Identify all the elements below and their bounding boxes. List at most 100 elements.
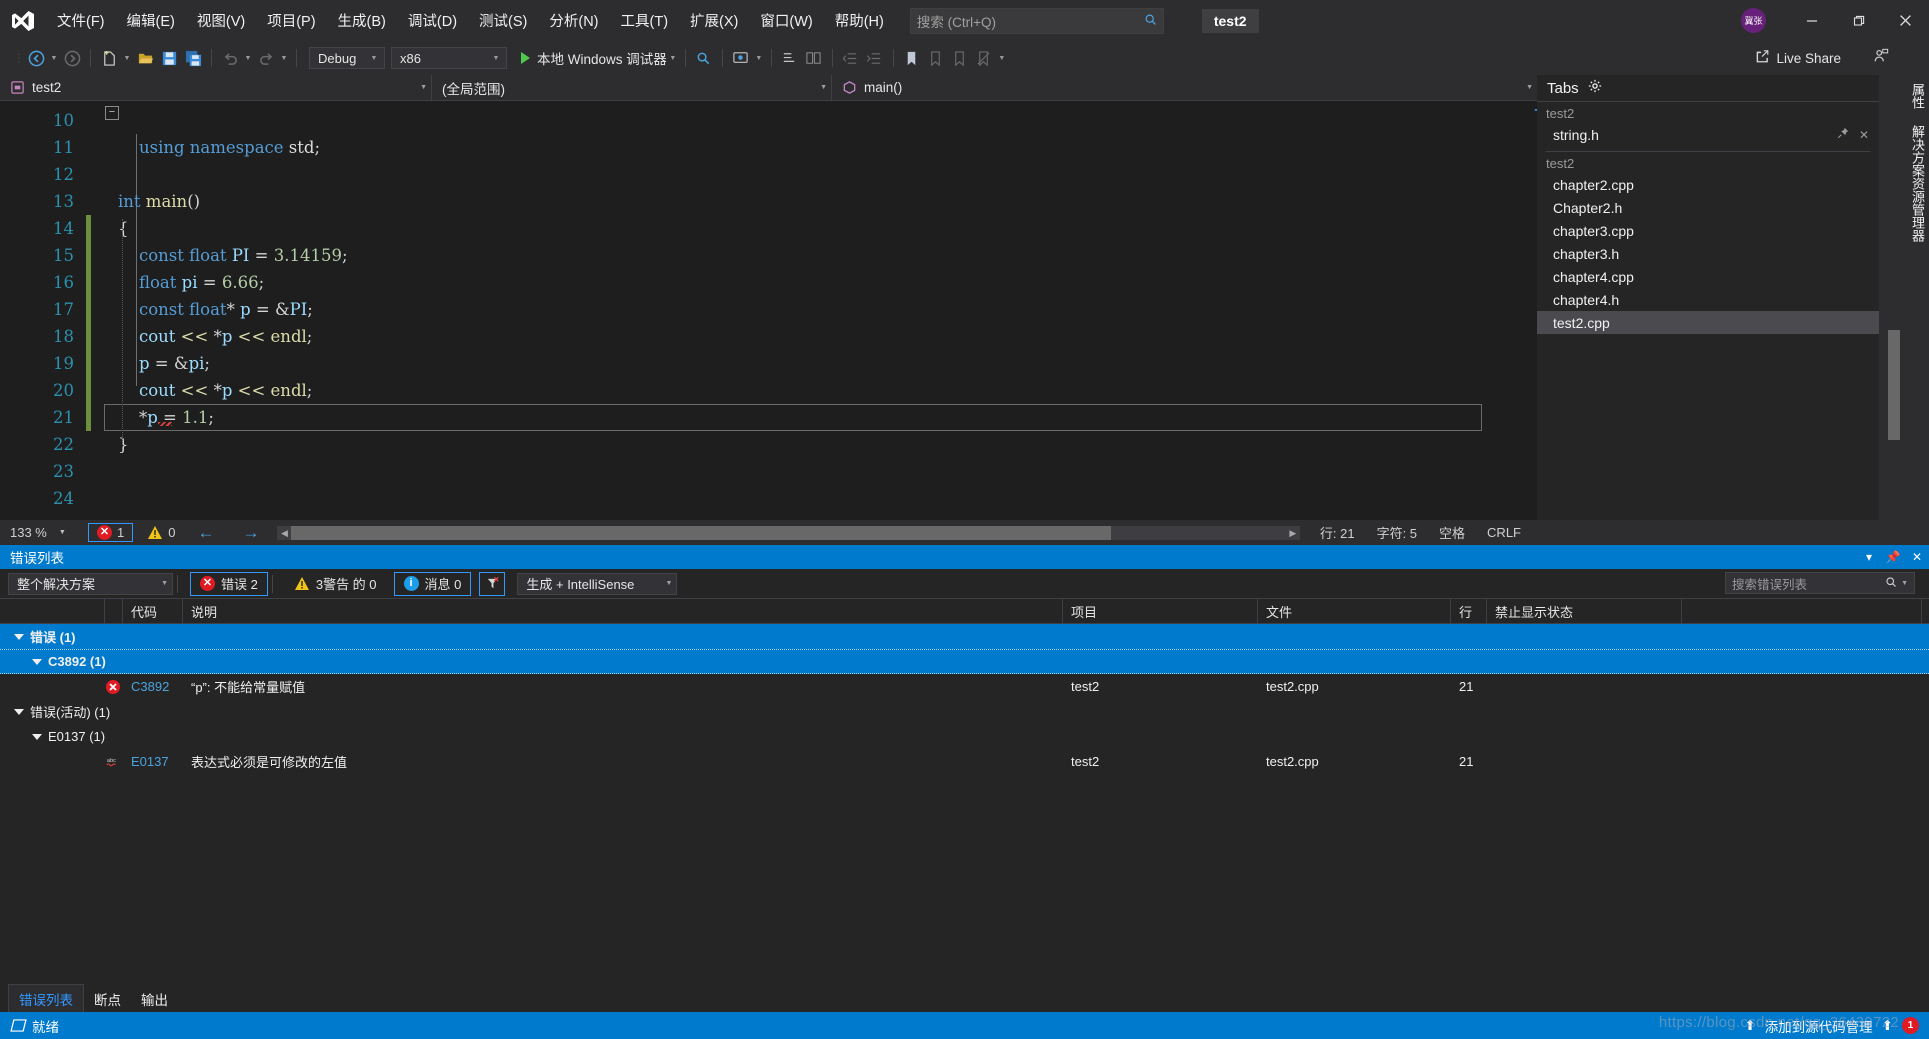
- open-folder-icon[interactable]: [133, 46, 157, 70]
- arrow-right-icon[interactable]: →: [228, 523, 273, 543]
- pin-icon[interactable]: [1837, 127, 1859, 142]
- chevron-up-icon[interactable]: ⬆: [1744, 1018, 1755, 1034]
- clear-filter-icon[interactable]: [479, 571, 506, 596]
- bookmark-icon[interactable]: [900, 46, 924, 70]
- dock-tab-properties[interactable]: 属性: [1903, 75, 1929, 117]
- error-group-row[interactable]: E0137 (1): [0, 724, 1929, 749]
- search-icon[interactable]: [1885, 576, 1897, 591]
- toolbar-overflow-icon[interactable]: ▼: [996, 55, 1008, 62]
- error-search-input[interactable]: 搜索错误列表 ▼: [1725, 572, 1915, 594]
- tabs-panel-item[interactable]: chapter2.cpp: [1537, 173, 1879, 196]
- code-line[interactable]: 17 const float* p = &PI;: [0, 296, 1500, 323]
- add-source-control-button[interactable]: 添加到源代码管理: [1765, 1016, 1873, 1036]
- eol-indicator[interactable]: CRLF: [1487, 525, 1521, 540]
- indent-increase-icon[interactable]: [863, 46, 887, 70]
- chevron-down-icon[interactable]: ▼: [1897, 580, 1908, 587]
- column-header[interactable]: 行: [1451, 598, 1487, 624]
- menu-project[interactable]: 项目(P): [256, 0, 326, 41]
- code-line[interactable]: 18 cout << *p << endl;: [0, 323, 1500, 350]
- menu-view[interactable]: 视图(V): [186, 0, 256, 41]
- chevron-up-icon-2[interactable]: ⬆: [1882, 1018, 1893, 1034]
- tabs-panel-item[interactable]: chapter3.cpp: [1537, 219, 1879, 242]
- menu-help[interactable]: 帮助(H): [824, 0, 895, 41]
- scroll-right-icon[interactable]: ▶: [1286, 526, 1300, 540]
- search-icon[interactable]: [1144, 13, 1157, 29]
- zoom-combo[interactable]: 133 % ▼: [0, 525, 78, 540]
- live-share-button[interactable]: Live Share: [1754, 49, 1841, 68]
- messages-toggle[interactable]: i 消息 0: [393, 571, 472, 596]
- code-line[interactable]: 21 *p = 1.1;: [0, 404, 1500, 431]
- menu-build[interactable]: 生成(B): [327, 0, 397, 41]
- editor-error-count[interactable]: ✕ 1: [88, 523, 134, 542]
- errors-toggle[interactable]: ✕ 错误 2: [190, 571, 268, 596]
- close-icon[interactable]: [1882, 0, 1929, 41]
- gear-icon[interactable]: [1588, 79, 1602, 97]
- redo-dropdown-icon[interactable]: ▼: [278, 55, 290, 62]
- error-group-row[interactable]: 错误 (1): [0, 624, 1929, 649]
- tab-breakpoints[interactable]: 断点: [84, 985, 131, 1013]
- hscroll-thumb[interactable]: [291, 525, 1112, 540]
- table-row[interactable]: abc E0137 表达式必须是可修改的左值 test2 test2.cpp 21: [0, 749, 1929, 774]
- code-line[interactable]: 23: [0, 458, 1500, 485]
- live-preview-icon[interactable]: [729, 46, 753, 70]
- menu-edit[interactable]: 编辑(E): [116, 0, 186, 41]
- close-icon[interactable]: ✕: [1859, 128, 1879, 142]
- arrow-left-icon[interactable]: ←: [183, 523, 228, 543]
- code-line[interactable]: 12: [0, 161, 1500, 188]
- code-line[interactable]: 24: [0, 485, 1500, 512]
- column-header[interactable]: 代码: [123, 598, 183, 624]
- column-header[interactable]: [105, 598, 123, 624]
- step-icon[interactable]: [778, 46, 802, 70]
- feedback-icon[interactable]: [1873, 48, 1889, 69]
- tabs-panel-item[interactable]: chapter4.cpp: [1537, 265, 1879, 288]
- code-line[interactable]: 15 const float PI = 3.14159;: [0, 242, 1500, 269]
- column-header[interactable]: 说明: [183, 598, 1063, 624]
- tabs-panel-item[interactable]: Chapter2.h: [1537, 196, 1879, 219]
- redo-icon[interactable]: [254, 46, 278, 70]
- active-project-chip[interactable]: test2: [1201, 8, 1259, 33]
- new-item-icon[interactable]: [97, 46, 121, 70]
- menu-extensions[interactable]: 扩展(X): [679, 0, 749, 41]
- menu-debug[interactable]: 调试(D): [397, 0, 468, 41]
- editor-horizontal-scrollbar[interactable]: ◀ ▶: [277, 525, 1300, 540]
- quick-launch-search[interactable]: 搜索 (Ctrl+Q): [909, 7, 1164, 34]
- tabs-panel-item[interactable]: test2.cpp: [1537, 311, 1879, 334]
- back-dropdown-icon[interactable]: ▼: [48, 55, 60, 62]
- menu-analyze[interactable]: 分析(N): [538, 0, 609, 41]
- code-line[interactable]: 19 p = &pi;: [0, 350, 1500, 377]
- save-all-icon[interactable]: [181, 46, 205, 70]
- toolbar-grip[interactable]: ⋮: [14, 53, 24, 64]
- code-line[interactable]: 14 {: [0, 215, 1500, 242]
- undo-dropdown-icon[interactable]: ▼: [242, 55, 254, 62]
- error-group-row[interactable]: C3892 (1): [0, 649, 1929, 674]
- close-icon[interactable]: ✕: [1905, 550, 1929, 564]
- tabs-panel-item[interactable]: chapter3.h: [1537, 242, 1879, 265]
- member-combo[interactable]: main() ▼: [832, 75, 1537, 101]
- bookmark-next-icon[interactable]: [948, 46, 972, 70]
- build-intellisense-combo[interactable]: 生成 + IntelliSense ▼: [517, 572, 678, 595]
- tab-output[interactable]: 输出: [131, 985, 178, 1013]
- chevron-down-icon[interactable]: ▼: [667, 55, 679, 62]
- solution-configuration-combo[interactable]: Debug ▼: [309, 47, 385, 69]
- expander-icon[interactable]: [32, 658, 42, 665]
- navigate-forward-icon[interactable]: [60, 46, 84, 70]
- bookmark-prev-icon[interactable]: [924, 46, 948, 70]
- expander-icon[interactable]: [14, 633, 24, 640]
- notification-badge[interactable]: 1: [1902, 1017, 1919, 1034]
- code-editor[interactable]: − 10 11 using namespace std; 12 13 int main(…: [0, 101, 1537, 520]
- column-header[interactable]: 项目: [1063, 598, 1258, 624]
- code-line[interactable]: 13 int main(): [0, 188, 1500, 215]
- window-split-icon[interactable]: [802, 46, 826, 70]
- float-window-icon[interactable]: ▾: [1857, 550, 1881, 564]
- start-debug-button[interactable]: 本地 Windows 调试器 ▼: [521, 48, 679, 68]
- column-header[interactable]: [0, 598, 105, 624]
- search-in-files-icon[interactable]: [692, 46, 716, 70]
- live-preview-dropdown-icon[interactable]: ▼: [753, 55, 765, 62]
- code-line[interactable]: 11 using namespace std;: [0, 134, 1500, 161]
- solution-platform-combo[interactable]: x86 ▼: [391, 47, 507, 69]
- project-combo[interactable]: test2 ▼: [0, 74, 432, 101]
- code-line[interactable]: 10: [0, 107, 1500, 134]
- table-row[interactable]: C3892 “p”: 不能给常量赋值 test2 test2.cpp 21: [0, 674, 1929, 699]
- navigate-back-icon[interactable]: [24, 46, 48, 70]
- new-item-dropdown-icon[interactable]: ▼: [121, 55, 133, 62]
